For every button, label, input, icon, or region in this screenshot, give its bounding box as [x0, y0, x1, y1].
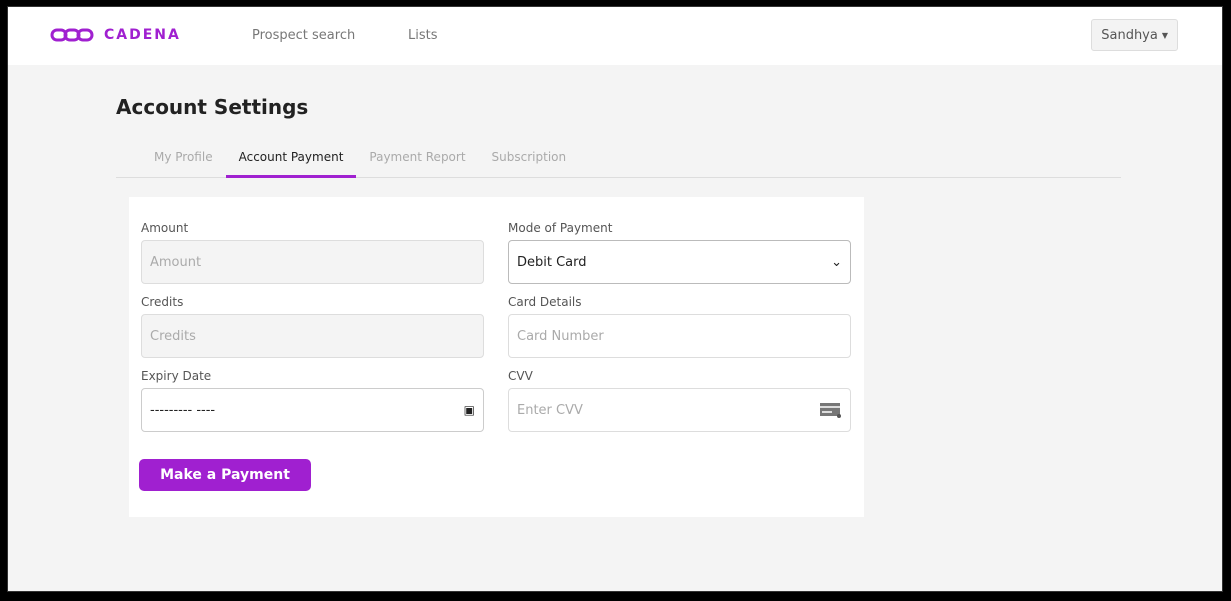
mode-value: Debit Card [517, 254, 587, 270]
cvv-placeholder: Enter CVV [517, 402, 583, 418]
nav-lists[interactable]: Lists [408, 28, 438, 43]
cvv-label: CVV [508, 369, 533, 383]
mode-group: Mode of Payment Debit Card ⌄ [508, 221, 851, 284]
chain-logo-icon [50, 28, 94, 42]
cvv-input[interactable]: Enter CVV [508, 388, 851, 432]
credits-input[interactable]: Credits [141, 314, 484, 358]
amount-group: Amount Amount [141, 221, 484, 284]
tab-my-profile[interactable]: My Profile [141, 145, 226, 178]
card-group: Card Details Card Number [508, 295, 851, 358]
caret-down-icon: ▼ [1161, 30, 1168, 40]
user-name: Sandhya [1101, 27, 1158, 43]
credits-group: Credits Credits [141, 295, 484, 358]
cadena-logo[interactable]: CADENA [50, 27, 181, 43]
expiry-value: --------- ---- [150, 402, 216, 418]
tab-account-payment[interactable]: Account Payment [225, 145, 357, 178]
user-menu-button[interactable]: Sandhya ▼ [1091, 19, 1178, 51]
make-payment-button[interactable]: Make a Payment [139, 459, 311, 491]
mode-of-payment-select[interactable]: Debit Card ⌄ [508, 240, 851, 284]
amount-label: Amount [141, 221, 189, 235]
expiry-date-input[interactable]: --------- ---- ▣ [141, 388, 484, 432]
tab-payment-report[interactable]: Payment Report [356, 145, 478, 178]
card-number-input[interactable]: Card Number [508, 314, 851, 358]
top-nav: CADENA Prospect search Lists Sandhya ▼ [8, 7, 1222, 65]
tab-subscription[interactable]: Subscription [479, 145, 580, 178]
page-title: Account Settings [116, 95, 309, 119]
payment-form: Amount Amount Mode of Payment Debit Card… [129, 197, 864, 517]
brand-name: CADENA [104, 27, 181, 43]
credits-label: Credits [141, 295, 184, 309]
app-window: CADENA Prospect search Lists Sandhya ▼ Ac… [7, 6, 1223, 592]
mode-label: Mode of Payment [508, 221, 613, 235]
expiry-label: Expiry Date [141, 369, 212, 383]
chevron-down-icon: ⌄ [831, 254, 842, 270]
settings-tabs: My Profile Account Payment Payment Repor… [116, 145, 1121, 178]
expiry-group: Expiry Date --------- ---- ▣ [141, 369, 484, 432]
nav-prospect-search[interactable]: Prospect search [252, 28, 355, 43]
calendar-icon[interactable]: ▣ [464, 403, 475, 417]
card-label: Card Details [508, 295, 582, 309]
amount-input[interactable]: Amount [141, 240, 484, 284]
credit-card-icon [820, 403, 841, 418]
cvv-group: CVV Enter CVV [508, 369, 851, 432]
